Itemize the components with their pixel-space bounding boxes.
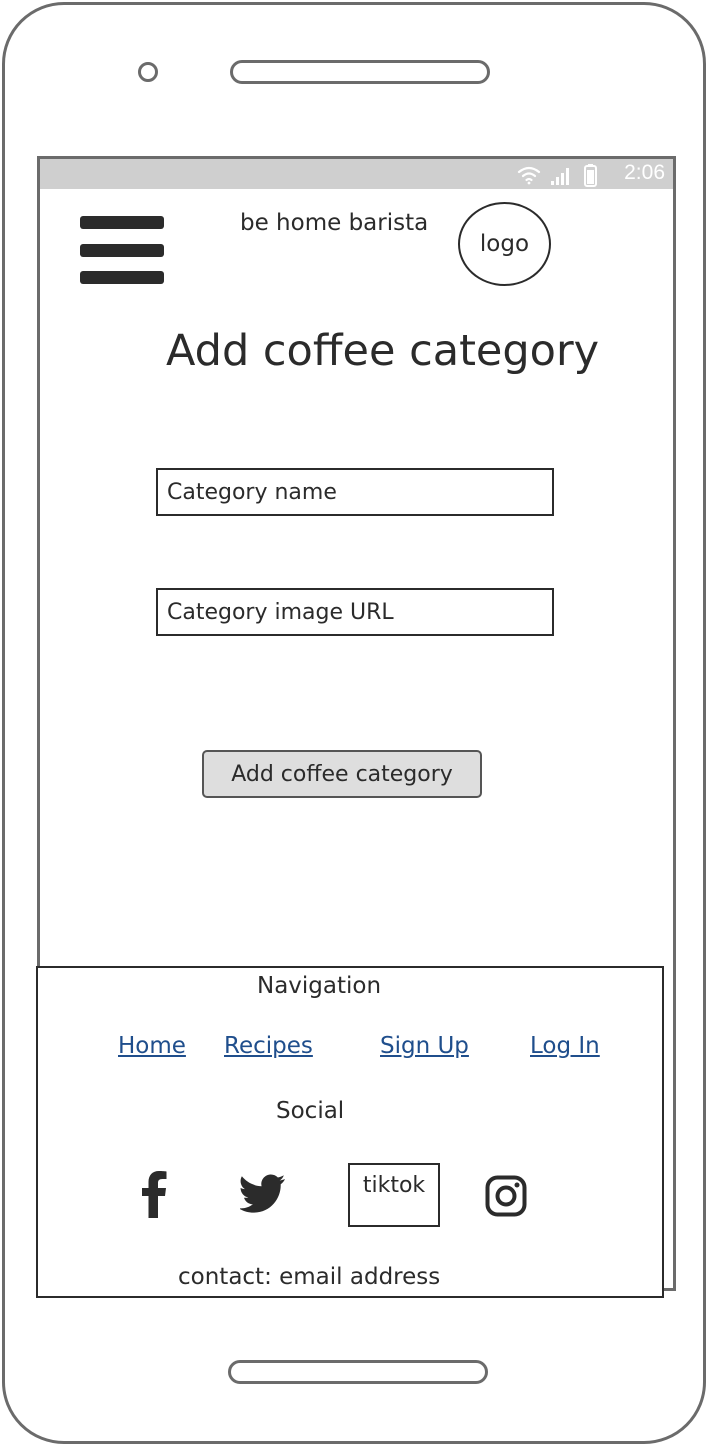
navigation-heading: Navigation bbox=[257, 973, 382, 999]
nav-link-log-in[interactable]: Log In bbox=[530, 1033, 600, 1059]
hamburger-menu-icon[interactable] bbox=[80, 216, 164, 286]
brand-name: be home barista bbox=[240, 210, 429, 236]
status-icons bbox=[517, 164, 597, 187]
twitter-icon[interactable] bbox=[240, 1174, 286, 1214]
nav-link-recipes[interactable]: Recipes bbox=[224, 1033, 313, 1059]
status-time: 2:06 bbox=[624, 161, 665, 184]
nav-link-home[interactable]: Home bbox=[118, 1033, 186, 1059]
contact-info: contact: email address bbox=[178, 1264, 441, 1290]
home-button[interactable] bbox=[228, 1360, 488, 1384]
instagram-icon[interactable] bbox=[485, 1175, 527, 1217]
battery-icon bbox=[584, 164, 597, 187]
footer bbox=[36, 966, 664, 1298]
camera-icon bbox=[138, 62, 158, 82]
facebook-icon[interactable] bbox=[138, 1170, 170, 1218]
logo[interactable]: logo bbox=[458, 202, 551, 286]
add-coffee-category-button[interactable]: Add coffee category bbox=[202, 750, 482, 798]
social-heading: Social bbox=[276, 1098, 345, 1124]
tiktok-placeholder[interactable]: tiktok bbox=[348, 1163, 440, 1227]
nav-link-sign-up[interactable]: Sign Up bbox=[380, 1033, 469, 1059]
signal-icon bbox=[551, 168, 569, 185]
wifi-icon bbox=[517, 166, 541, 185]
speaker-slot bbox=[230, 60, 490, 84]
category-image-url-input[interactable] bbox=[156, 588, 554, 636]
status-bar: 2:06 bbox=[40, 159, 673, 189]
page-title: Add coffee category bbox=[166, 326, 600, 376]
category-name-input[interactable] bbox=[156, 468, 554, 516]
